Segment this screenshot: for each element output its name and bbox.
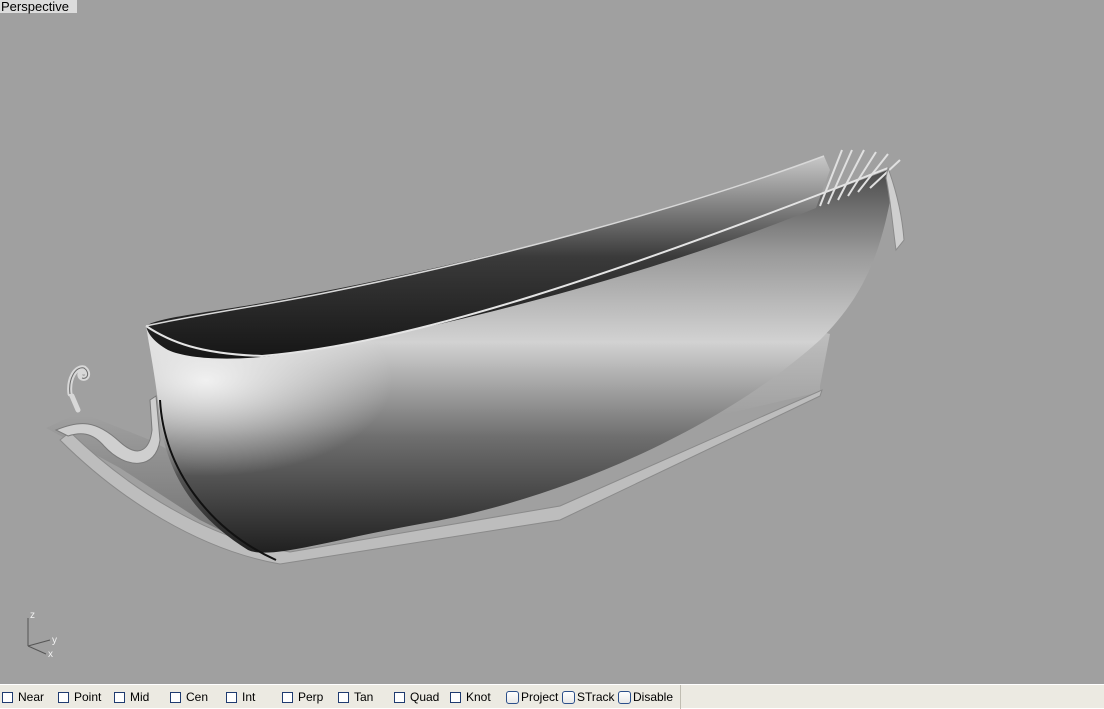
osnap-near-label: Near: [18, 690, 45, 704]
osnap-int[interactable]: Int: [226, 689, 255, 705]
osnap-point-label: Point: [74, 690, 102, 704]
checkbox-tan[interactable]: [338, 691, 349, 703]
checkbox-disable[interactable]: [618, 690, 631, 704]
checkbox-knot[interactable]: [450, 691, 461, 703]
osnap-project[interactable]: Project: [506, 689, 558, 705]
osnap-mid-label: Mid: [130, 690, 150, 704]
osnap-knot[interactable]: Knot: [450, 689, 491, 705]
perspective-viewport[interactable]: Perspective z y x: [0, 0, 1104, 684]
osnap-quad-label: Quad: [410, 690, 440, 704]
axis-y-label: y: [52, 635, 57, 646]
osnap-perp-label: Perp: [298, 690, 324, 704]
osnap-point[interactable]: Point: [58, 689, 101, 705]
osnap-disable[interactable]: Disable: [618, 689, 673, 705]
osnap-project-label: Project: [521, 690, 559, 704]
osnap-cen-label: Cen: [186, 690, 209, 704]
checkbox-strack[interactable]: [562, 690, 575, 704]
checkbox-perp[interactable]: [282, 691, 293, 703]
stern-curl: [67, 365, 91, 413]
ship-hull-model[interactable]: [0, 0, 1104, 684]
hull-highlight: [146, 170, 892, 553]
osnap-knot-label: Knot: [466, 690, 491, 704]
stern-transom: [885, 166, 905, 252]
checkbox-int[interactable]: [226, 691, 237, 703]
axis-x-label: x: [48, 649, 53, 660]
osnap-disable-label: Disable: [633, 690, 674, 704]
checkbox-project[interactable]: [506, 690, 519, 704]
osnap-tan-label: Tan: [354, 690, 374, 704]
osnap-strack[interactable]: STrack: [562, 689, 615, 705]
toolbar-divider: [680, 685, 681, 709]
osnap-cen[interactable]: Cen: [170, 689, 208, 705]
osnap-perp[interactable]: Perp: [282, 689, 323, 705]
osnap-mid[interactable]: Mid: [114, 689, 149, 705]
checkbox-quad[interactable]: [394, 691, 405, 703]
osnap-toolbar: Near Point Mid Cen Int Perp Tan Quad Kno…: [0, 684, 1104, 709]
osnap-int-label: Int: [242, 690, 256, 704]
osnap-tan[interactable]: Tan: [338, 689, 373, 705]
axis-z-label: z: [30, 610, 35, 621]
checkbox-point[interactable]: [58, 691, 69, 703]
world-axes-icon: z y x: [27, 610, 57, 660]
checkbox-cen[interactable]: [170, 691, 181, 703]
osnap-strack-label: STrack: [577, 690, 615, 704]
checkbox-mid[interactable]: [114, 691, 125, 703]
osnap-quad[interactable]: Quad: [394, 689, 439, 705]
checkbox-near[interactable]: [2, 691, 13, 703]
osnap-near[interactable]: Near: [2, 689, 44, 705]
